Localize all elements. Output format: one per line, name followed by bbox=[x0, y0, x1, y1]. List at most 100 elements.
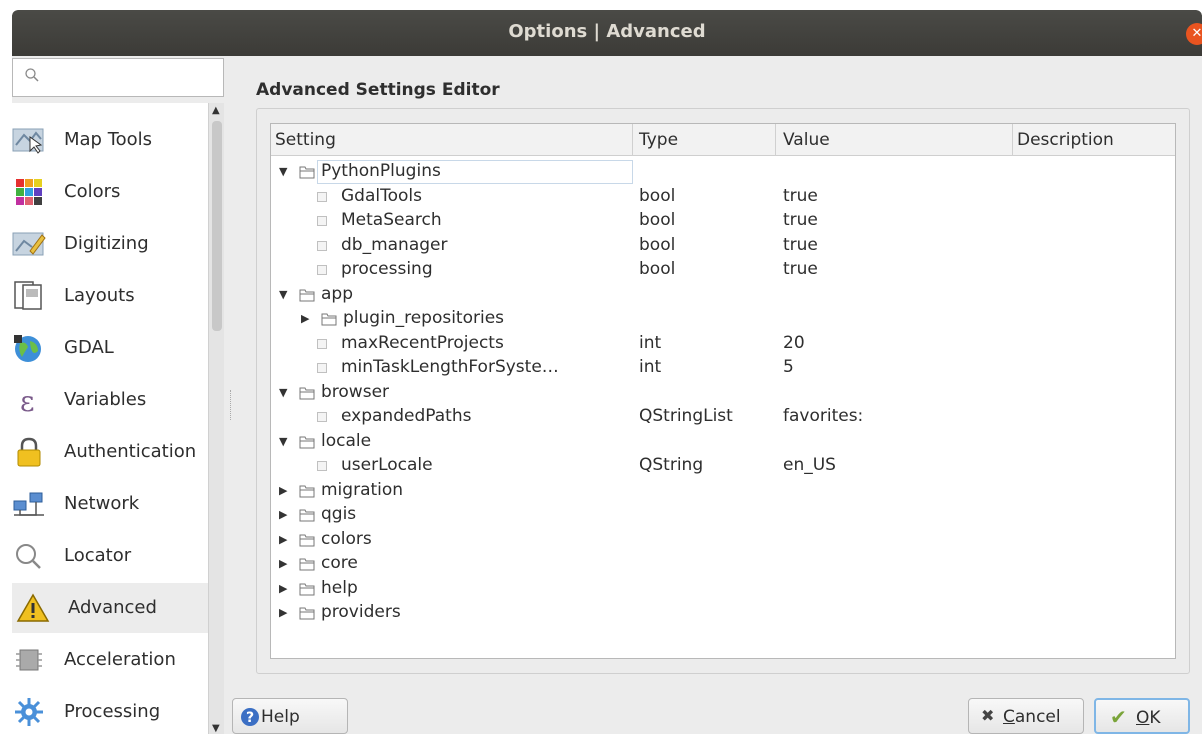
tree-row[interactable]: ▶ qgis bbox=[271, 503, 1175, 528]
sidebar-item-label: Authentication bbox=[64, 441, 197, 462]
tree-row[interactable]: maxRecentProjects int 20 bbox=[271, 332, 1175, 357]
setting-name: plugin_repositories bbox=[343, 308, 505, 328]
setting-type: bool bbox=[639, 185, 676, 206]
scroll-up-arrow-icon[interactable]: ▲ bbox=[212, 105, 220, 116]
setting-item-icon bbox=[317, 412, 327, 422]
expand-arrow-right-icon[interactable]: ▶ bbox=[279, 582, 289, 595]
sidebar-item-map-tools[interactable]: Map Tools bbox=[12, 115, 208, 165]
sidebar-item-colors[interactable]: Colors bbox=[12, 167, 208, 217]
expand-arrow-down-icon[interactable]: ▼ bbox=[279, 288, 289, 301]
settings-tree[interactable]: Setting Type Value Description ▼ PythonPl… bbox=[270, 123, 1176, 659]
tree-header: Setting Type Value Description bbox=[271, 124, 1175, 156]
setting-value[interactable]: favorites: bbox=[783, 406, 863, 426]
search-input[interactable] bbox=[12, 58, 224, 97]
expand-arrow-right-icon[interactable]: ▶ bbox=[279, 508, 289, 521]
folder-icon bbox=[299, 483, 315, 497]
expand-arrow-right-icon[interactable]: ▶ bbox=[279, 606, 289, 619]
setting-type: bool bbox=[639, 259, 676, 279]
chip-icon bbox=[16, 649, 42, 671]
tree-row[interactable]: processing bool true bbox=[271, 258, 1175, 283]
tree-row[interactable]: ▼ browser bbox=[271, 381, 1175, 406]
variables-icon: ε bbox=[20, 385, 35, 415]
tree-row[interactable]: GdalTools bool true bbox=[271, 185, 1175, 210]
tree-row[interactable]: db_manager bool true bbox=[271, 234, 1175, 259]
setting-value[interactable]: 5 bbox=[783, 357, 794, 377]
tree-row[interactable]: ▶ core bbox=[271, 552, 1175, 577]
tree-row[interactable]: ▶ help bbox=[271, 577, 1175, 602]
sidebar-item-layouts[interactable]: Layouts bbox=[12, 271, 208, 321]
help-button[interactable]: ? Help bbox=[232, 698, 348, 734]
setting-name: expandedPaths bbox=[341, 406, 472, 426]
ok-button[interactable]: ✔ OK bbox=[1094, 698, 1190, 734]
expand-arrow-right-icon[interactable]: ▶ bbox=[279, 533, 289, 546]
sidebar-item-label: Colors bbox=[64, 181, 121, 202]
column-divider[interactable] bbox=[1012, 124, 1013, 156]
setting-value[interactable]: true bbox=[783, 259, 818, 279]
tree-row[interactable]: userLocale QString en_US bbox=[271, 454, 1175, 479]
expand-arrow-right-icon[interactable]: ▶ bbox=[301, 312, 311, 325]
sidebar-item-digitizing[interactable]: Digitizing bbox=[12, 219, 208, 269]
scroll-thumb[interactable] bbox=[212, 121, 222, 331]
sidebar-item-label: Variables bbox=[64, 389, 147, 410]
folder-icon bbox=[321, 311, 337, 326]
expand-arrow-down-icon[interactable]: ▼ bbox=[279, 386, 289, 399]
tree-row[interactable]: ▼ locale bbox=[271, 430, 1175, 455]
setting-name: maxRecentProjects bbox=[341, 332, 504, 353]
setting-value[interactable]: en_US bbox=[783, 455, 836, 475]
tree-row[interactable]: ▶ migration bbox=[271, 479, 1175, 504]
close-button[interactable]: ✕ bbox=[1186, 23, 1202, 45]
search-icon bbox=[16, 544, 41, 569]
column-divider[interactable] bbox=[775, 124, 776, 156]
sidebar-item-label: Advanced bbox=[68, 597, 157, 618]
options-dialog: Options | Advanced ✕ Map Tools Colors Di… bbox=[12, 10, 1202, 734]
column-header-type[interactable]: Type bbox=[639, 130, 678, 150]
setting-name: db_manager bbox=[341, 234, 448, 255]
expand-arrow-down-icon[interactable]: ▼ bbox=[279, 165, 289, 178]
setting-value[interactable]: 20 bbox=[783, 333, 805, 353]
expand-arrow-right-icon[interactable]: ▶ bbox=[279, 484, 289, 497]
tree-row[interactable]: MetaSearch bool true bbox=[271, 209, 1175, 234]
cancel-button[interactable]: ✖ Cancel bbox=[968, 698, 1084, 734]
scroll-down-arrow-icon[interactable]: ▼ bbox=[212, 723, 220, 734]
sidebar-scrollbar[interactable]: ▲ ▼ bbox=[208, 103, 224, 734]
tree-row[interactable]: ▶ plugin_repositories bbox=[271, 307, 1175, 332]
sidebar-item-processing[interactable]: Processing bbox=[12, 687, 208, 734]
tree-row[interactable]: minTaskLengthForSyste… int 5 bbox=[271, 356, 1175, 381]
setting-name: qgis bbox=[321, 504, 357, 524]
focus-indicator bbox=[317, 160, 633, 184]
warning-icon bbox=[16, 593, 50, 622]
splitter-handle[interactable] bbox=[230, 390, 232, 420]
sidebar-item-label: Digitizing bbox=[64, 233, 149, 254]
setting-name: locale bbox=[321, 430, 372, 451]
setting-type: QStringList bbox=[639, 406, 733, 426]
ok-button-label: OK bbox=[1136, 708, 1161, 728]
sidebar-item-network[interactable]: Network bbox=[12, 479, 208, 529]
expand-arrow-right-icon[interactable]: ▶ bbox=[279, 557, 289, 570]
column-header-description[interactable]: Description bbox=[1017, 130, 1114, 150]
sidebar-item-label: Layouts bbox=[64, 285, 135, 306]
tree-row[interactable]: ▶ providers bbox=[271, 601, 1175, 626]
sidebar-item-advanced[interactable]: Advanced bbox=[12, 583, 208, 633]
column-header-setting[interactable]: Setting bbox=[275, 130, 336, 150]
folder-icon bbox=[299, 605, 315, 620]
sidebar-item-locator[interactable]: Locator bbox=[12, 531, 208, 581]
setting-value[interactable]: true bbox=[783, 235, 818, 255]
column-header-value[interactable]: Value bbox=[783, 130, 830, 150]
setting-value[interactable]: true bbox=[783, 186, 818, 206]
tree-row[interactable]: ▼ PythonPlugins bbox=[271, 160, 1175, 185]
folder-icon bbox=[299, 556, 315, 571]
sidebar-item-authentication[interactable]: Authentication bbox=[12, 427, 208, 477]
network-icon bbox=[13, 492, 44, 516]
tree-row[interactable]: expandedPaths QStringList favorites: bbox=[271, 405, 1175, 430]
setting-item-icon bbox=[317, 461, 327, 471]
sidebar-item-label: Locator bbox=[64, 545, 132, 566]
tree-row[interactable]: ▶ colors bbox=[271, 528, 1175, 553]
expand-arrow-down-icon[interactable]: ▼ bbox=[279, 435, 289, 448]
sidebar-item-gdal[interactable]: GDAL bbox=[12, 323, 208, 373]
sidebar-item-variables[interactable]: ε Variables bbox=[12, 375, 208, 425]
sidebar-item-acceleration[interactable]: Acceleration bbox=[12, 635, 208, 685]
tree-row[interactable]: ▼ app bbox=[271, 283, 1175, 308]
column-divider[interactable] bbox=[632, 124, 633, 156]
svg-text:?: ? bbox=[246, 710, 254, 726]
setting-value[interactable]: true bbox=[783, 210, 818, 230]
